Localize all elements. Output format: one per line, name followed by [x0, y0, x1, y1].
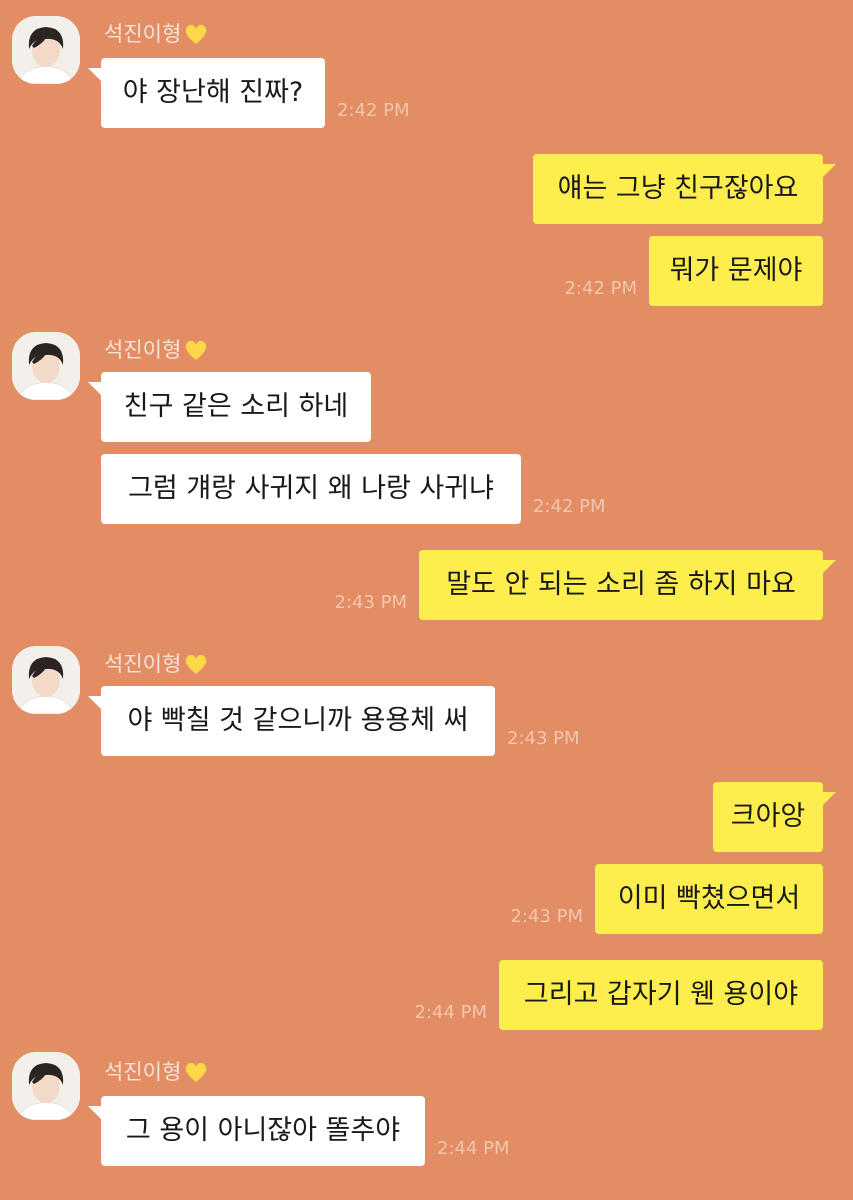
sender-name: 석진이형: [104, 1057, 208, 1091]
message-timestamp: 2:43 PM: [507, 728, 580, 749]
message-text: 그럼 걔랑 사귀지 왜 나랑 사귀냐: [128, 473, 494, 504]
contact-avatar[interactable]: [12, 1052, 80, 1120]
sender-name-label: 석진이형: [104, 338, 182, 362]
outgoing-message-bubble[interactable]: 이미 빡쳤으면서: [595, 864, 823, 934]
bubble-tail: [88, 696, 102, 710]
sender-name: 석진이형: [104, 649, 208, 683]
sender-name-label: 석진이형: [104, 1060, 182, 1084]
incoming-message-bubble[interactable]: 야 장난해 진짜?: [88, 58, 325, 128]
message-text: 뭐가 문제야: [669, 255, 803, 286]
chat-log: 석진이형 야 장난해 진짜? 2:42 PM 얘는 그냥 친구잖아요 뭐가 문제야 2:4…: [0, 0, 853, 1200]
outgoing-message-bubble[interactable]: 크아앙: [713, 782, 836, 852]
message-timestamp: 2:43 PM: [334, 592, 407, 613]
message-timestamp: 2:42 PM: [564, 278, 637, 299]
bubble-tail: [88, 68, 102, 82]
bubble-tail: [88, 1106, 102, 1120]
contact-avatar[interactable]: [12, 646, 80, 714]
sender-name: 석진이형: [104, 19, 208, 53]
sender-name-label: 석진이형: [104, 22, 182, 46]
incoming-message-bubble[interactable]: 친구 같은 소리 하네: [88, 372, 371, 442]
incoming-message-bubble[interactable]: 야 빡칠 것 같으니까 용용체 써: [88, 686, 495, 756]
bubble-tail: [822, 792, 836, 806]
bubble-tail: [822, 164, 836, 178]
outgoing-message-bubble[interactable]: 얘는 그냥 친구잖아요: [533, 154, 836, 224]
sender-name: 석진이형: [104, 335, 208, 369]
message-timestamp: 2:44 PM: [437, 1138, 510, 1159]
message-text: 야 장난해 진짜?: [122, 77, 304, 108]
message-text: 그 용이 아니잖아 똘추야: [125, 1115, 401, 1146]
message-timestamp: 2:44 PM: [414, 1002, 487, 1023]
message-text: 친구 같은 소리 하네: [123, 391, 349, 422]
outgoing-message-bubble[interactable]: 그리고 갑자기 웬 용이야: [499, 960, 823, 1030]
sender-name-label: 석진이형: [104, 652, 182, 676]
message-text: 야 빡칠 것 같으니까 용용체 써: [127, 705, 469, 736]
bubble-tail: [822, 560, 836, 574]
outgoing-message-bubble[interactable]: 뭐가 문제야: [649, 236, 823, 306]
message-text: 크아앙: [730, 801, 806, 832]
outgoing-message-bubble[interactable]: 말도 안 되는 소리 좀 하지 마요: [419, 550, 836, 620]
yellow-heart-icon: [184, 339, 208, 369]
message-text: 얘는 그냥 친구잖아요: [557, 173, 799, 204]
message-timestamp: 2:42 PM: [533, 496, 606, 517]
message-text: 말도 안 되는 소리 좀 하지 마요: [446, 569, 796, 600]
incoming-message-bubble[interactable]: 그 용이 아니잖아 똘추야: [88, 1096, 425, 1166]
message-text: 이미 빡쳤으면서: [617, 883, 801, 914]
yellow-heart-icon: [184, 653, 208, 683]
bubble-tail: [88, 382, 102, 396]
contact-avatar[interactable]: [12, 332, 80, 400]
yellow-heart-icon: [184, 1061, 208, 1091]
message-text: 그리고 갑자기 웬 용이야: [523, 979, 799, 1010]
message-timestamp: 2:43 PM: [510, 906, 583, 927]
yellow-heart-icon: [184, 23, 208, 53]
incoming-message-bubble[interactable]: 그럼 걔랑 사귀지 왜 나랑 사귀냐: [101, 454, 521, 524]
message-timestamp: 2:42 PM: [337, 100, 410, 121]
contact-avatar[interactable]: [12, 16, 80, 84]
